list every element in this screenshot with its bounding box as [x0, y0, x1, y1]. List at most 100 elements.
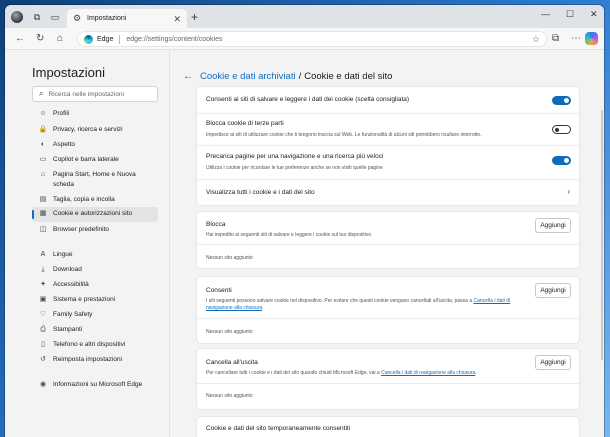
- clear-desc-end: .: [475, 370, 477, 376]
- sidebar-item-copilot[interactable]: ▭ Copilot e barra laterale: [32, 155, 158, 165]
- sidebar-item-label: Telefono e altri dispositivi: [53, 341, 126, 348]
- sidebar-item-label: Download: [53, 266, 82, 273]
- allow-add-button[interactable]: Aggiungi: [535, 283, 571, 298]
- sidebar-item-profiles[interactable]: ☺ Profili: [32, 109, 158, 119]
- sidebar-item-about[interactable]: ◉ Informazioni su Microsoft Edge: [32, 380, 158, 390]
- sidebar-item-download[interactable]: ⤓ Download: [32, 265, 158, 275]
- phone-icon: ▯: [41, 341, 45, 348]
- sidebar-item-label: Taglia, copia e incolla: [53, 196, 115, 203]
- workspaces-icon[interactable]: ⧉: [31, 11, 43, 23]
- palette-icon: ◐: [40, 141, 46, 148]
- preload-toggle[interactable]: [552, 156, 571, 165]
- close-window-button[interactable]: ✕: [590, 9, 598, 20]
- language-icon: A: [40, 251, 46, 258]
- tab-title: Impostazioni: [87, 15, 127, 22]
- toolbar: ← ↻ ⌂ Edge edge://settings/content/cooki…: [5, 28, 604, 50]
- sidebar-item-label: Family Safety: [53, 311, 93, 318]
- tab-actions-icon[interactable]: ▭: [49, 11, 61, 23]
- block-description: Hai impedito ai seguenti siti di salvare…: [206, 232, 373, 238]
- setting-row-allow-cookies: Consenti ai siti di salvare e leggere i …: [197, 87, 579, 113]
- minimize-button[interactable]: —: [541, 9, 550, 19]
- sidebar-title: Impostazioni: [32, 65, 105, 80]
- sidebar-item-default-browser[interactable]: ◫ Browser predefinito: [32, 225, 158, 235]
- sidebar-item-languages[interactable]: A Lingue: [32, 250, 158, 260]
- clear-on-exit-card: Cancella all'uscita Per cancellare tutti…: [197, 349, 579, 409]
- search-input[interactable]: ⌕ Ricerca nelle impostazioni: [32, 86, 158, 102]
- refresh-icon[interactable]: ↻: [36, 33, 44, 45]
- chevron-right-icon: ›: [567, 187, 570, 196]
- system-icon: ▣: [39, 296, 47, 303]
- sidebar-item-label: Copilot e barra laterale: [53, 156, 119, 163]
- clear-on-exit-add-button[interactable]: Aggiungi: [535, 355, 571, 370]
- breadcrumb-separator: /: [298, 71, 302, 82]
- breadcrumb-link[interactable]: Cookie e dati archiviati: [200, 71, 296, 82]
- settings-main: ← Cookie e dati archiviati / Cookie e da…: [171, 50, 604, 437]
- cookie-settings-card: Consenti ai siti di salvare e leggere i …: [197, 87, 579, 205]
- allow-title: Consenti: [206, 287, 232, 294]
- sidebar-item-system[interactable]: ▣ Sistema e prestazioni: [32, 295, 158, 305]
- clear-on-exit-description: Per cancellare tutti i cookie e i dati d…: [206, 370, 531, 377]
- family-icon: ♡: [39, 311, 47, 318]
- sidebar-item-clipboard[interactable]: ▤ Taglia, copia e incolla: [32, 195, 158, 205]
- edge-icon: ◉: [39, 381, 47, 388]
- home-icon[interactable]: ⌂: [57, 33, 63, 45]
- clipboard-icon: ▤: [39, 196, 47, 203]
- back-icon[interactable]: ←: [15, 33, 25, 45]
- sidebar-item-reset[interactable]: ↺ Reimposta impostazioni: [32, 355, 158, 365]
- browser-icon: ◫: [39, 226, 47, 233]
- block-add-button[interactable]: Aggiungi: [535, 218, 571, 233]
- address-bar[interactable]: Edge edge://settings/content/cookies ☆: [77, 31, 547, 47]
- sidebar-item-label: Privacy, ricerca e servizi: [53, 126, 123, 133]
- allow-cookies-toggle[interactable]: [552, 96, 571, 105]
- setting-title: Consenti ai siti di salvare e leggere i …: [206, 96, 410, 103]
- close-tab-icon[interactable]: ✕: [173, 14, 181, 25]
- sidebar-item-printers[interactable]: ⎙ Stampanti: [32, 325, 158, 335]
- block-title: Blocca: [206, 221, 226, 228]
- new-tab-button[interactable]: +: [191, 11, 198, 23]
- allow-desc-text: I siti seguenti possono salvare cookie n…: [206, 298, 474, 304]
- allow-desc-end: .: [262, 305, 264, 311]
- setting-title: Precarica pagine per una navigazione e u…: [206, 153, 384, 160]
- allow-description: I siti seguenti possono salvare cookie n…: [206, 298, 531, 312]
- divider: [197, 383, 579, 384]
- block-card: Blocca Hai impedito ai seguenti siti di …: [197, 212, 579, 268]
- home-icon: ⌂: [40, 171, 46, 178]
- divider: [197, 318, 579, 319]
- browser-window: ⧉ ▭ ⚙ Impostazioni ✕ + — ☐ ✕ ← ↻ ⌂ Edge …: [5, 5, 604, 437]
- scrollbar[interactable]: [601, 110, 603, 360]
- breadcrumb: ← Cookie e dati archiviati / Cookie e da…: [183, 71, 392, 82]
- setting-row-view-all[interactable]: Visualizza tutti i cookie e i dati del s…: [197, 179, 579, 205]
- sidebar-item-start-home[interactable]: ⌂ Pagina Start, Home e Nuova scheda: [32, 170, 152, 190]
- address-separator: [119, 34, 121, 44]
- lock-icon: 🔒: [38, 126, 48, 133]
- sidebar-item-label: Profili: [53, 110, 70, 117]
- clear-on-exit-empty-label: Nessun sito aggiunto: [206, 393, 253, 399]
- more-options-icon[interactable]: ⋯: [571, 33, 581, 45]
- profile-icon: ☺: [39, 110, 47, 117]
- back-arrow-icon[interactable]: ←: [183, 71, 193, 82]
- setting-title: Visualizza tutti i cookie e i dati del s…: [206, 189, 315, 196]
- download-icon: ⤓: [41, 266, 45, 273]
- sidebar-item-phone[interactable]: ▯ Telefono e altri dispositivi: [32, 340, 158, 350]
- profile-avatar[interactable]: [11, 11, 23, 23]
- favorite-star-icon[interactable]: ☆: [532, 34, 540, 45]
- sidebar-item-privacy[interactable]: 🔒 Privacy, ricerca e servizi: [32, 125, 158, 135]
- tab-settings[interactable]: ⚙ Impostazioni ✕: [67, 9, 187, 28]
- split-screen-icon[interactable]: ⧉: [552, 33, 559, 45]
- edge-logo-icon: [84, 34, 93, 44]
- setting-description: Utilizza i cookie per ricordare le tue p…: [206, 165, 383, 171]
- clear-on-close-link[interactable]: Cancella i dati di navigazione alla chiu…: [381, 370, 475, 376]
- copilot-icon[interactable]: [585, 32, 598, 45]
- sidebar-item-accessibility[interactable]: ✦ Accessibilità: [32, 280, 158, 290]
- sidebar-item-cookies[interactable]: ▦ Cookie e autorizzazioni sito: [32, 207, 158, 222]
- tab-strip: ⧉ ▭ ⚙ Impostazioni ✕ + — ☐ ✕: [5, 5, 604, 28]
- printer-icon: ⎙: [40, 326, 46, 333]
- maximize-button[interactable]: ☐: [566, 9, 574, 20]
- setting-description: Impedisce ai siti di utilizzare cookie c…: [206, 132, 482, 138]
- setting-row-preload: Precarica pagine per una navigazione e u…: [197, 145, 579, 179]
- sidebar-item-label: Reimposta impostazioni: [53, 356, 123, 363]
- sidebar-item-appearance[interactable]: ◐ Aspetto: [32, 140, 158, 150]
- address-url: edge://settings/content/cookies: [126, 35, 223, 43]
- sidebar-item-family[interactable]: ♡ Family Safety: [32, 310, 158, 320]
- block-third-party-toggle[interactable]: [552, 125, 571, 134]
